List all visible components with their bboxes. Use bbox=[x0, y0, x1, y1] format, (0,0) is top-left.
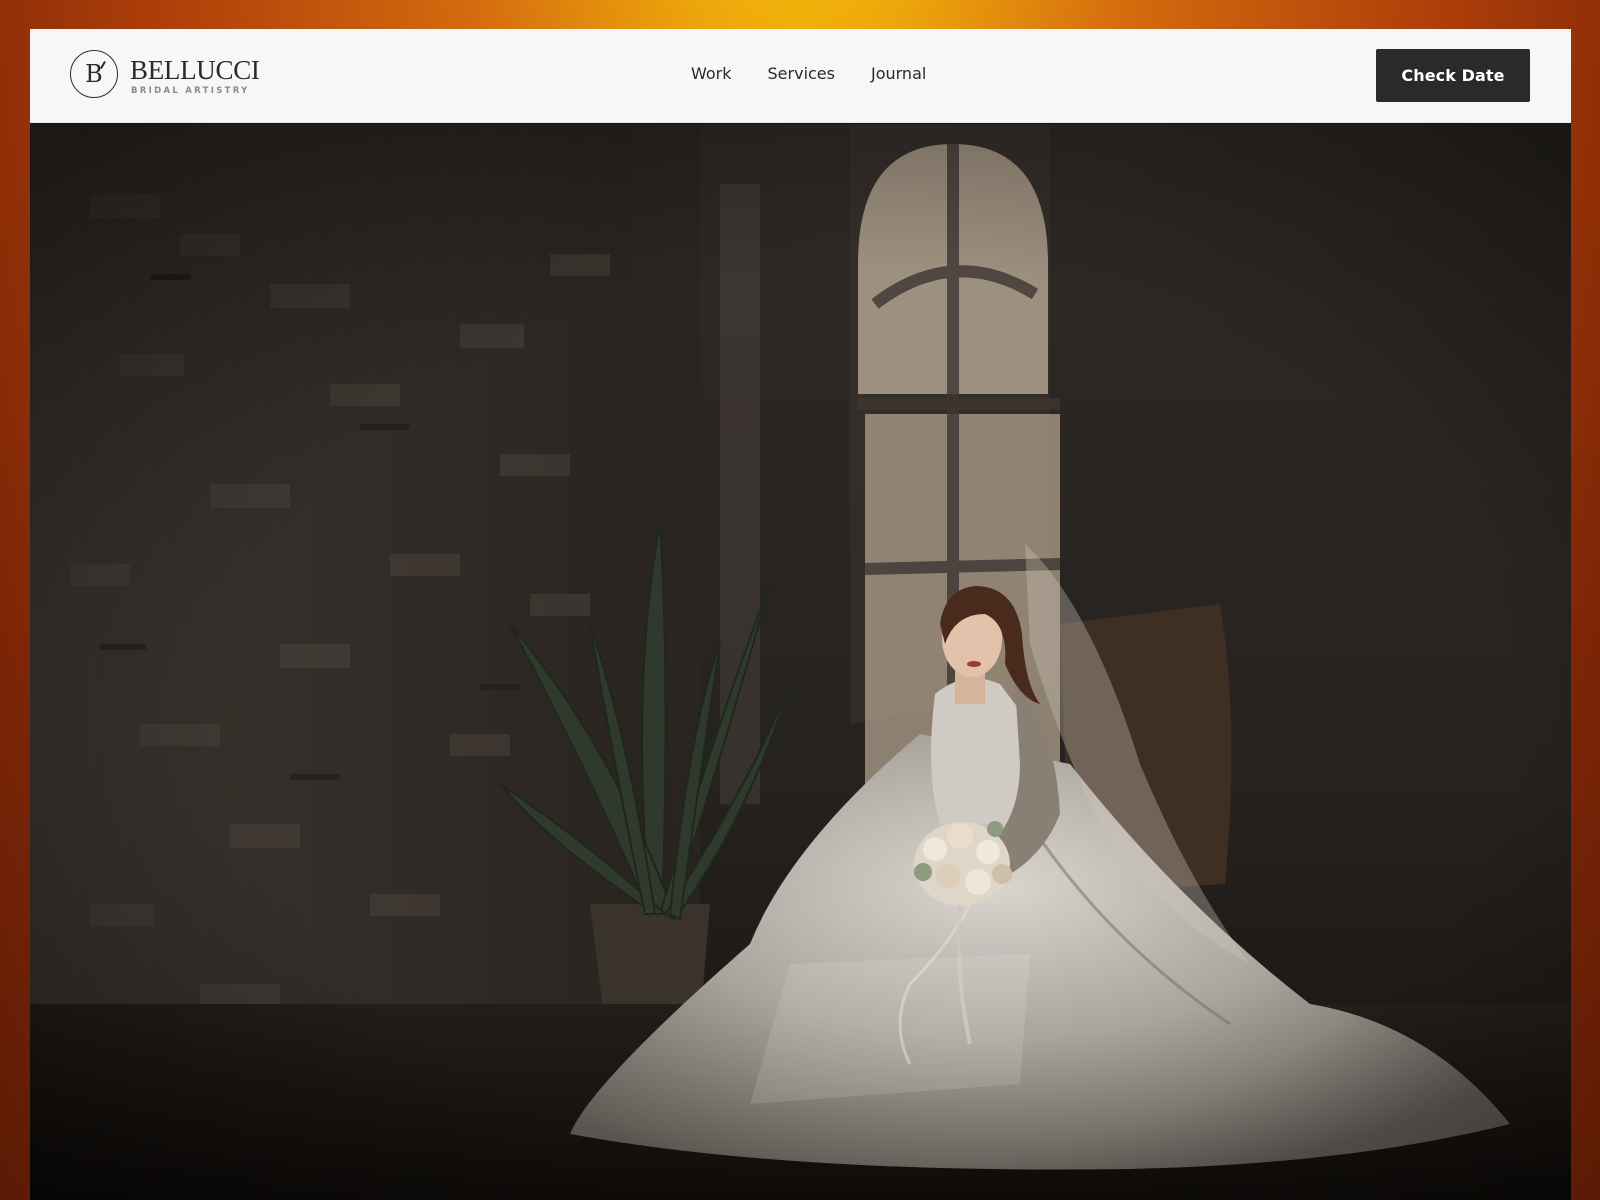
check-date-button[interactable]: Check Date bbox=[1376, 49, 1530, 102]
browser-frame: B BELLUCCI BRIDAL ARTISTRY Work Services… bbox=[30, 29, 1571, 1200]
main-navigation: Work Services Journal bbox=[691, 64, 926, 83]
logo-monogram-letter: B bbox=[85, 60, 103, 88]
top-navbar: B BELLUCCI BRIDAL ARTISTRY Work Services… bbox=[30, 29, 1571, 123]
brand-tagline: BRIDAL ARTISTRY bbox=[131, 86, 250, 96]
brand-logo[interactable]: B BELLUCCI BRIDAL ARTISTRY bbox=[70, 50, 260, 100]
hero-image bbox=[30, 124, 1571, 1200]
logo-monogram-icon: B bbox=[70, 50, 118, 98]
brand-name: BELLUCCI bbox=[130, 55, 260, 85]
nav-link-services[interactable]: Services bbox=[768, 64, 835, 83]
nav-link-work[interactable]: Work bbox=[691, 64, 732, 83]
nav-link-journal[interactable]: Journal bbox=[871, 64, 926, 83]
